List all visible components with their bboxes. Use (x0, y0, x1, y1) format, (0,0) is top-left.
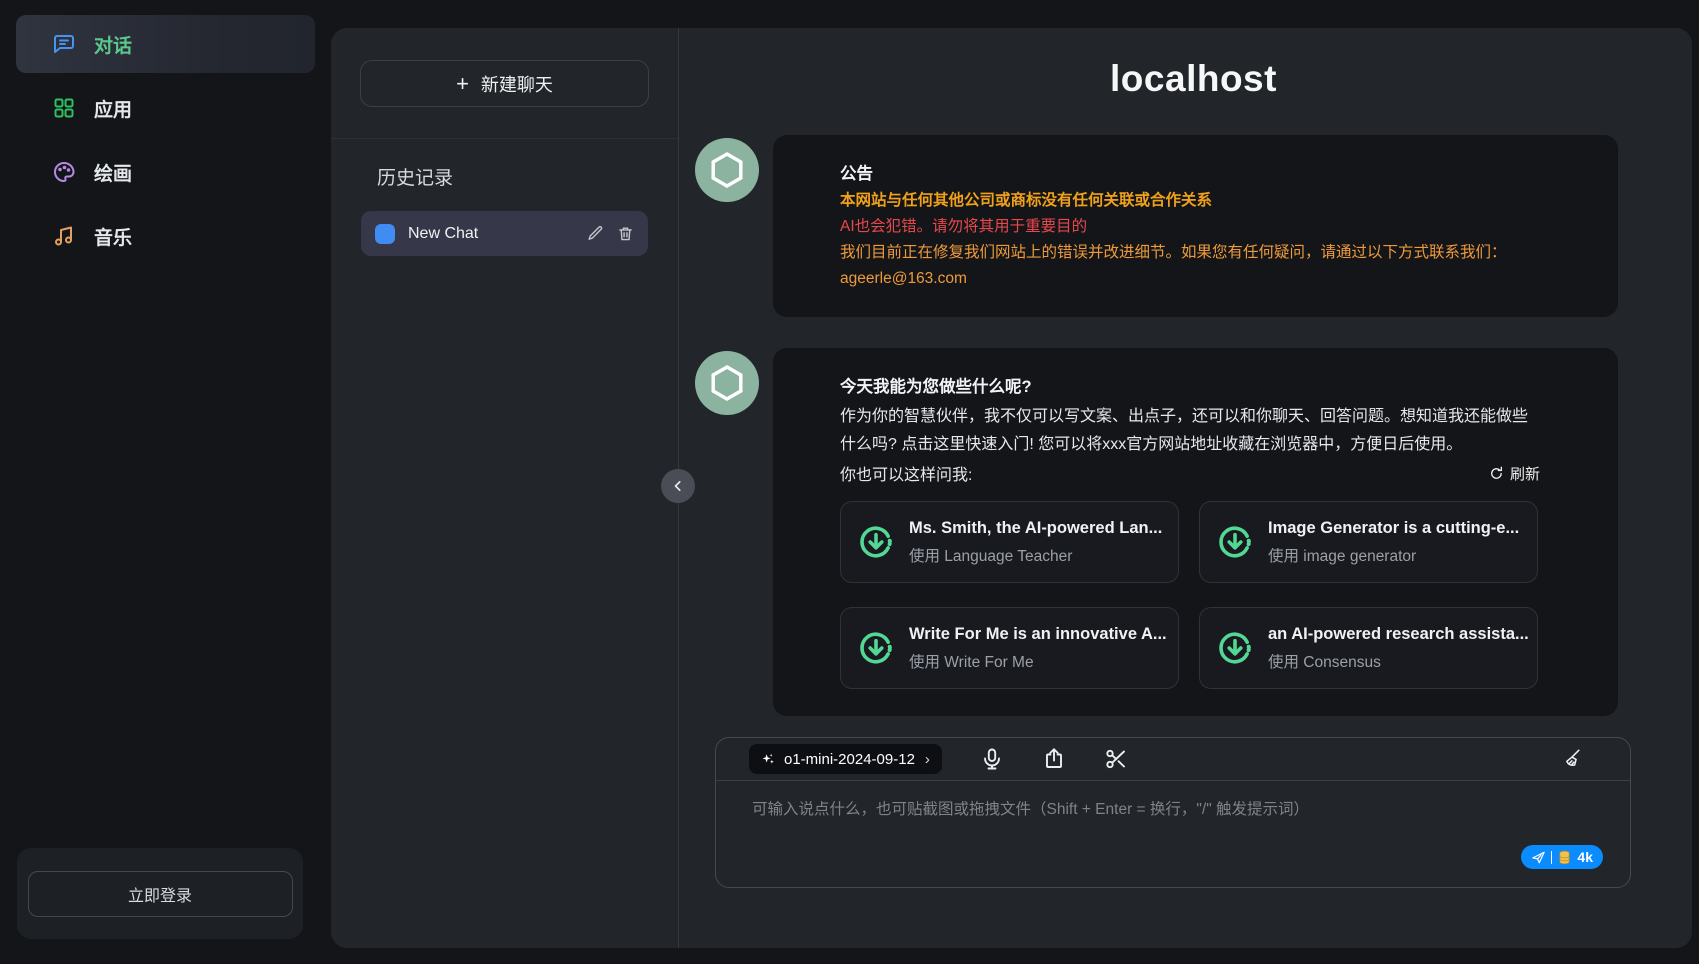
announcement-bubble: 公告 本网站与任何其他公司或商标没有任何关联或合作关系 AI也会犯错。请勿将其用… (773, 135, 1618, 317)
suggestion-texts: Image Generator is a cutting-e... 使用 ima… (1268, 519, 1519, 566)
chat-item-title: New Chat (408, 225, 574, 243)
welcome-heading: 今天我能为您做些什么呢? (840, 375, 1540, 399)
plus-icon: + (456, 73, 469, 95)
refresh-button[interactable]: 刷新 (1489, 463, 1540, 484)
new-chat-button[interactable]: + 新建聊天 (360, 60, 649, 107)
suggestion-texts: an AI-powered research assista... 使用 Con… (1268, 625, 1521, 672)
history-heading: 历史记录 (377, 163, 678, 190)
announcement-heading: 公告 (840, 162, 1540, 186)
refresh-label: 刷新 (1510, 463, 1540, 484)
send-token-badge[interactable]: 4k (1521, 845, 1603, 869)
announcement-email[interactable]: ageerle@163.com (840, 267, 1540, 290)
suggestion-subtitle: 使用 Consensus (1268, 650, 1521, 672)
history-panel: + 新建聊天 历史记录 New Chat (331, 28, 678, 948)
welcome-body: 作为你的智慧伙伴，我不仅可以写文案、出点子，还可以和你聊天、回答问题。想知道我还… (840, 403, 1540, 459)
coin-icon (1557, 850, 1572, 865)
message-input[interactable] (716, 781, 1630, 885)
content-panel: + 新建聊天 历史记录 New Chat (331, 28, 1692, 948)
clear-broom-button[interactable] (1560, 748, 1582, 770)
chat-main: localhost 公告 本网站与任何其他公司或商标没有任何关联或合作关系 (679, 28, 1692, 948)
suggestion-title: Write For Me is an innovative A... (909, 625, 1162, 644)
sidebar-item-label: 应用 (94, 95, 132, 122)
send-icon (1531, 850, 1546, 865)
refresh-icon (1489, 466, 1504, 481)
suggestion-card[interactable]: an AI-powered research assista... 使用 Con… (1199, 607, 1538, 689)
model-selector[interactable]: o1-mini-2024-09-12 › (749, 744, 942, 774)
new-chat-label: 新建聊天 (481, 71, 553, 97)
sparkle-icon (761, 752, 776, 767)
suggestion-title: Ms. Smith, the AI-powered Lan... (909, 519, 1162, 538)
sidebar-item-label: 对话 (94, 31, 132, 58)
edit-icon[interactable] (587, 225, 604, 242)
announcement-line: 我们目前正在修复我们网站上的错误并改进细节。如果您有任何疑问，请通过以下方式联系… (840, 241, 1540, 264)
model-label: o1-mini-2024-09-12 (784, 751, 915, 768)
sidebar-item-label: 音乐 (94, 223, 132, 250)
suggestion-subtitle: 使用 Language Teacher (909, 544, 1162, 566)
sidebar-nav: 对话 应用 绘画 (0, 0, 331, 265)
chat-square-icon (375, 224, 395, 244)
token-count: 4k (1577, 849, 1593, 865)
assistant-avatar (695, 138, 759, 202)
suggestion-card[interactable]: Write For Me is an innovative A... 使用 Wr… (840, 607, 1179, 689)
welcome-bubble: 今天我能为您做些什么呢? 作为你的智慧伙伴，我不仅可以写文案、出点子，还可以和你… (773, 348, 1618, 716)
sidebar-item-apps[interactable]: 应用 (16, 79, 315, 137)
composer: o1-mini-2024-09-12 › (715, 737, 1631, 888)
suggestion-title: Image Generator is a cutting-e... (1268, 519, 1519, 538)
login-button[interactable]: 立即登录 (28, 871, 293, 917)
suggestion-card[interactable]: Ms. Smith, the AI-powered Lan... 使用 Lang… (840, 501, 1179, 583)
apps-grid-icon (52, 96, 76, 120)
sidebar-item-paint[interactable]: 绘画 (16, 143, 315, 201)
download-circle-icon (1216, 523, 1254, 561)
suggestion-title: an AI-powered research assista... (1268, 625, 1521, 644)
ask-row: 你也可以这样问我: 刷新 (840, 461, 1540, 485)
announcement-message: 公告 本网站与任何其他公司或商标没有任何关联或合作关系 AI也会犯错。请勿将其用… (695, 135, 1692, 317)
announcement-line: 本网站与任何其他公司或商标没有任何关联或合作关系 (840, 189, 1540, 212)
microphone-button[interactable] (980, 747, 1004, 771)
login-card: 立即登录 (17, 848, 303, 939)
scissors-button[interactable] (1104, 747, 1128, 771)
chat-app-window: 对话 应用 绘画 (0, 0, 1699, 964)
download-circle-icon (857, 629, 895, 667)
download-circle-icon (857, 523, 895, 561)
chat-item-actions (587, 225, 634, 242)
download-circle-icon (1216, 629, 1254, 667)
welcome-message: 今天我能为您做些什么呢? 作为你的智慧伙伴，我不仅可以写文案、出点子，还可以和你… (695, 348, 1692, 716)
suggestion-subtitle: 使用 Write For Me (909, 650, 1162, 672)
suggestion-card[interactable]: Image Generator is a cutting-e... 使用 ima… (1199, 501, 1538, 583)
openai-logo-icon (705, 148, 749, 192)
upload-button[interactable] (1042, 747, 1066, 771)
suggestion-texts: Write For Me is an innovative A... 使用 Wr… (909, 625, 1162, 672)
chevron-right-icon: › (925, 751, 930, 768)
sidebar-item-chat[interactable]: 对话 (16, 15, 315, 73)
suggestion-subtitle: 使用 image generator (1268, 544, 1519, 566)
sidebar-item-label: 绘画 (94, 159, 132, 186)
assistant-avatar (695, 351, 759, 415)
chat-history-item[interactable]: New Chat (361, 211, 648, 256)
suggestion-texts: Ms. Smith, the AI-powered Lan... 使用 Lang… (909, 519, 1162, 566)
announcement-line: AI也会犯错。请勿将其用于重要目的 (840, 215, 1540, 238)
palette-icon (52, 160, 76, 184)
music-note-icon (52, 224, 76, 248)
composer-toolbar: o1-mini-2024-09-12 › (716, 738, 1630, 781)
divider (1551, 851, 1553, 864)
chat-bubble-icon (52, 32, 76, 56)
page-title: localhost (695, 54, 1692, 104)
divider (331, 138, 678, 139)
delete-icon[interactable] (617, 225, 634, 242)
sidebar-item-music[interactable]: 音乐 (16, 207, 315, 265)
sidebar: 对话 应用 绘画 (0, 0, 331, 964)
suggestion-grid: Ms. Smith, the AI-powered Lan... 使用 Lang… (840, 501, 1540, 689)
ask-line: 你也可以这样问我: (840, 461, 972, 485)
openai-logo-icon (705, 361, 749, 405)
